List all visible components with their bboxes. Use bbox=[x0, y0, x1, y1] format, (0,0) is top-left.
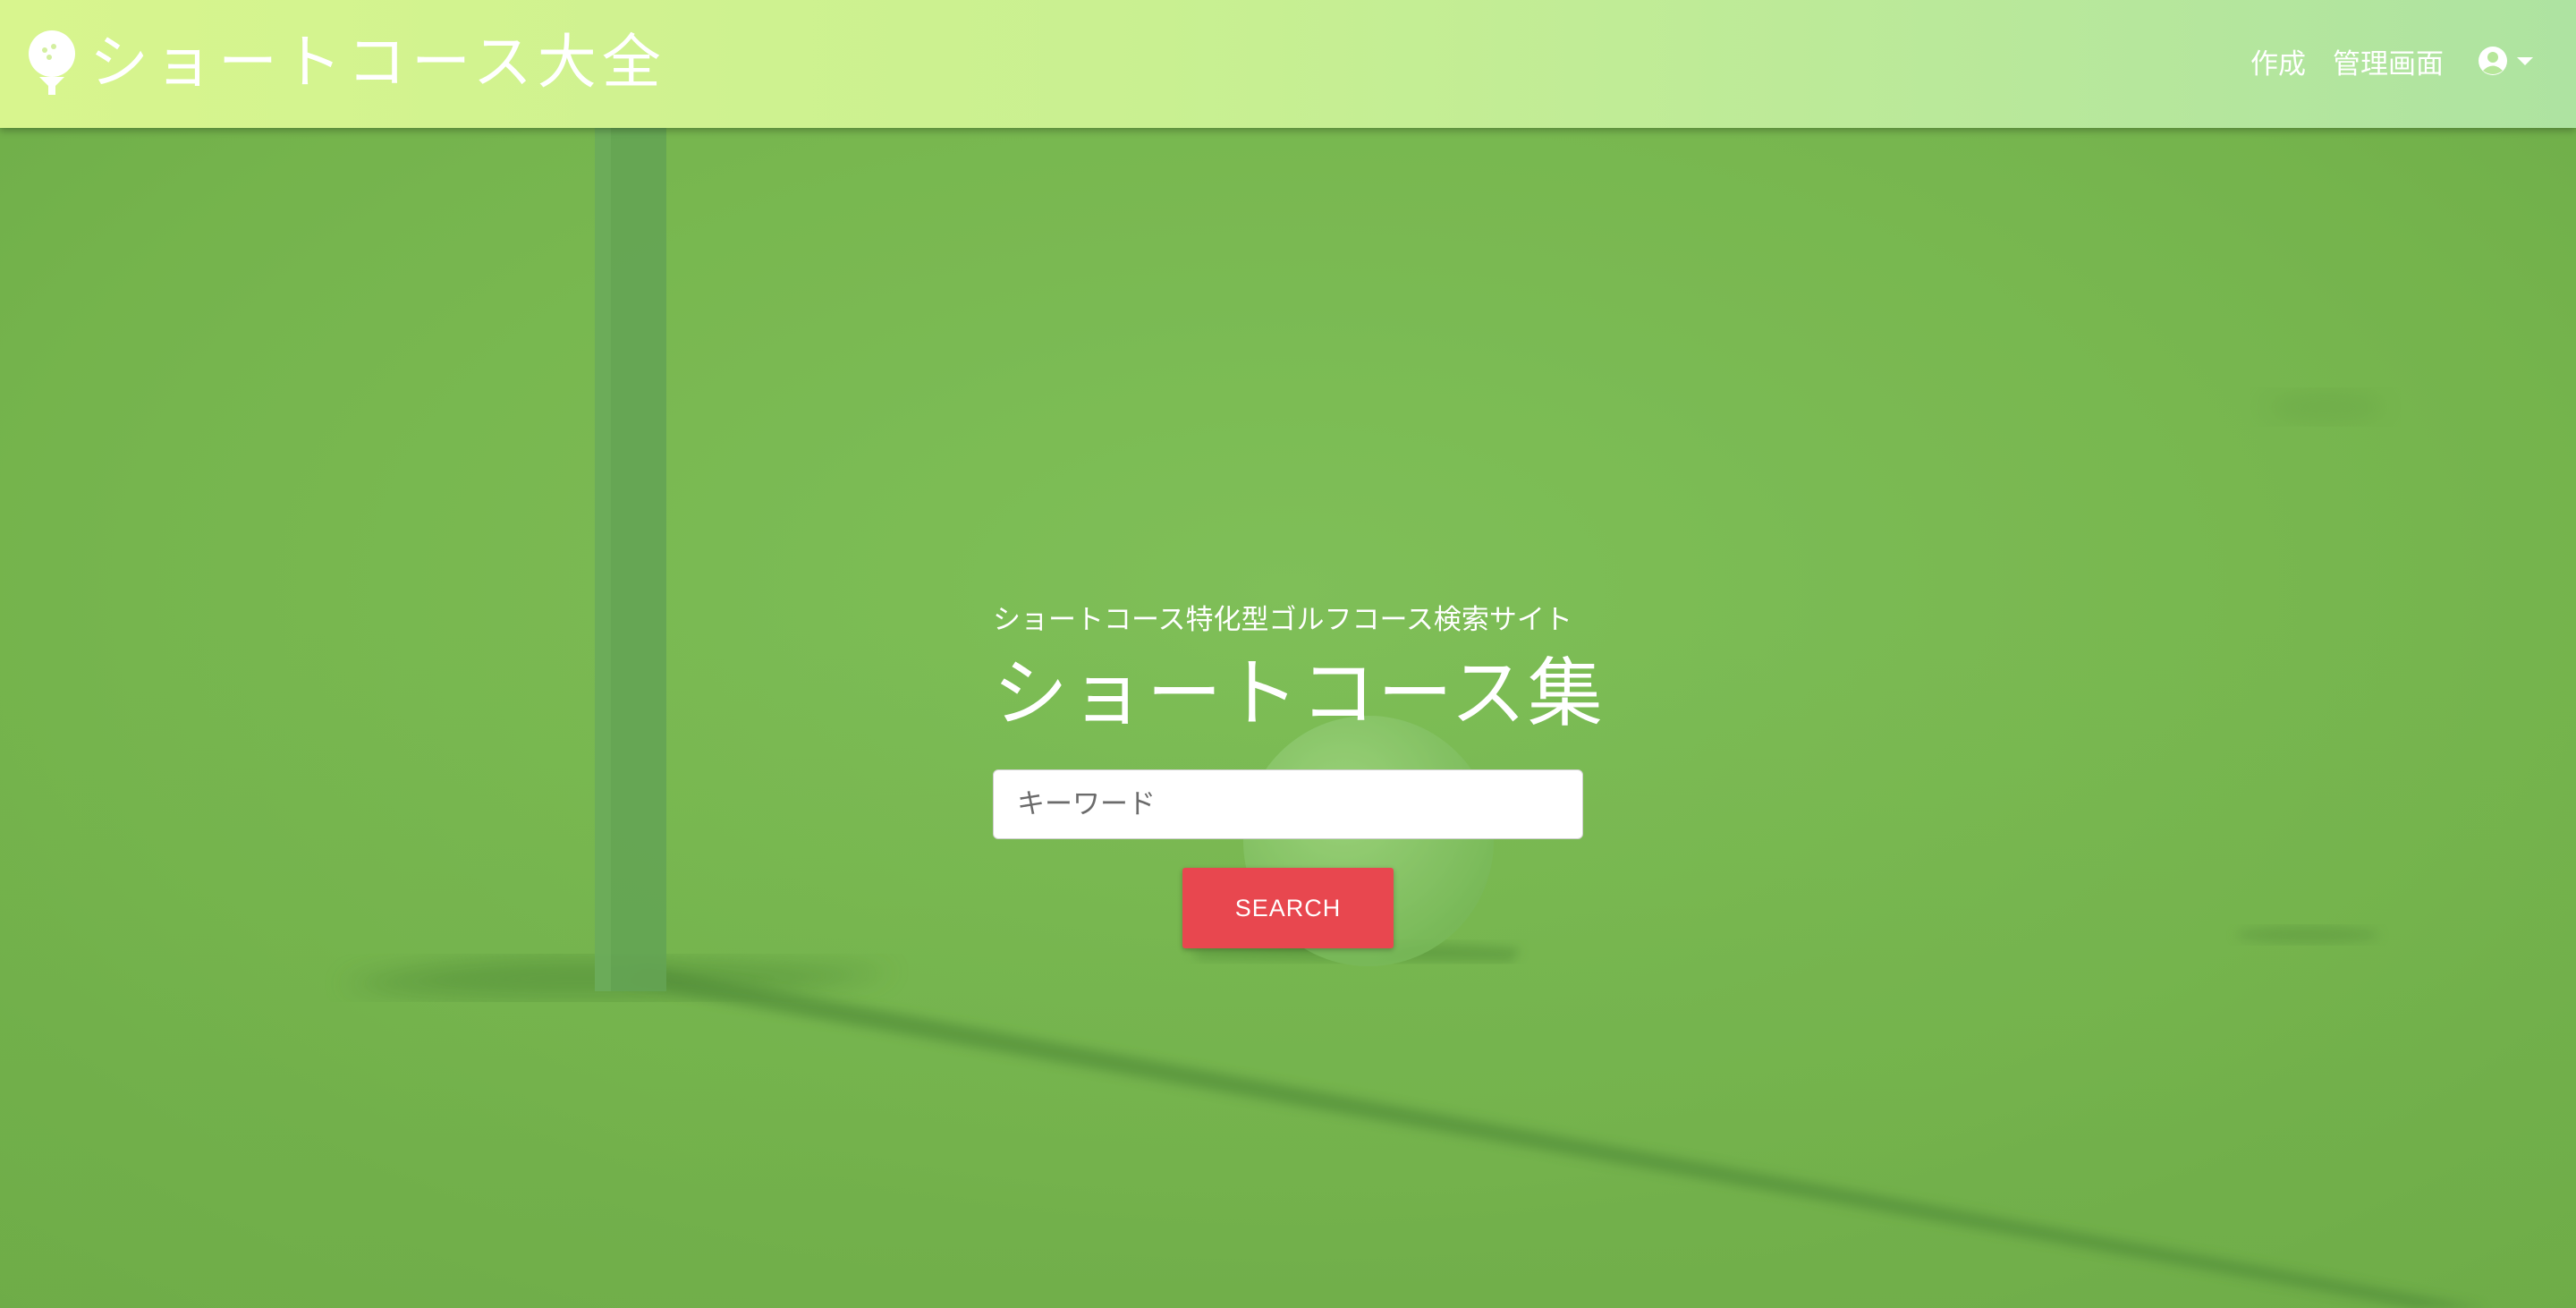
user-circle-icon bbox=[2479, 47, 2507, 75]
golf-ball-on-tee-icon bbox=[29, 30, 75, 95]
brand-title: ショートコース大全 bbox=[89, 28, 666, 97]
search-input[interactable] bbox=[993, 769, 1583, 839]
hero-section: ショートコース特化型ゴルフコース検索サイト ショートコース集 SEARCH bbox=[0, 0, 2576, 1308]
hero-subtitle: ショートコース特化型ゴルフコース検索サイト bbox=[993, 604, 1572, 636]
nav-right: 作成 管理画面 bbox=[2224, 36, 2533, 86]
nav-link-create[interactable]: 作成 bbox=[2250, 41, 2306, 81]
navbar: ショートコース大全 作成 管理画面 bbox=[0, 0, 2576, 128]
user-menu-dropdown[interactable] bbox=[2478, 46, 2533, 76]
hero-content: ショートコース特化型ゴルフコース検索サイト ショートコース集 SEARCH bbox=[993, 598, 1605, 948]
search-button[interactable]: SEARCH bbox=[1182, 868, 1394, 948]
brand-link[interactable]: ショートコース大全 bbox=[27, 27, 666, 98]
hero-title: ショートコース集 bbox=[993, 650, 1605, 737]
nav-link-admin[interactable]: 管理画面 bbox=[2333, 41, 2444, 81]
chevron-down-icon bbox=[2517, 56, 2533, 65]
